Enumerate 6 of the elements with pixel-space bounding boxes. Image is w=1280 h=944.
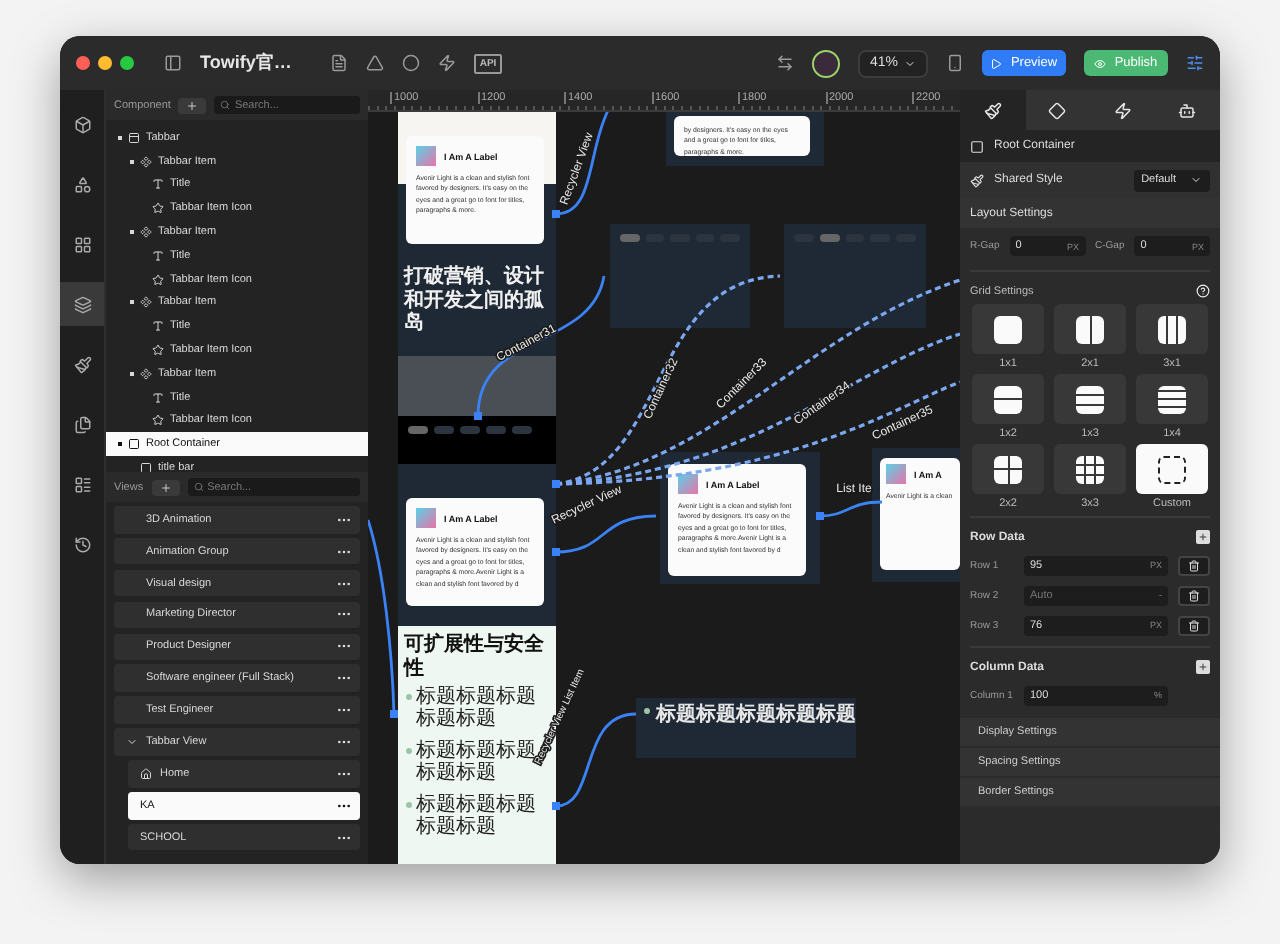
window-title: Towify官… (200, 50, 292, 76)
list-item-title: 标题标题标题标题标题 (416, 740, 536, 784)
list-item-title: 标题标题标题标题标题 (656, 704, 856, 726)
section-title: 可扩展性与安全性 (404, 634, 546, 680)
list-item-title: 标题标题标题标题标题 (416, 686, 536, 730)
list-item-title: 标题标题标题标题标题 (416, 794, 536, 838)
